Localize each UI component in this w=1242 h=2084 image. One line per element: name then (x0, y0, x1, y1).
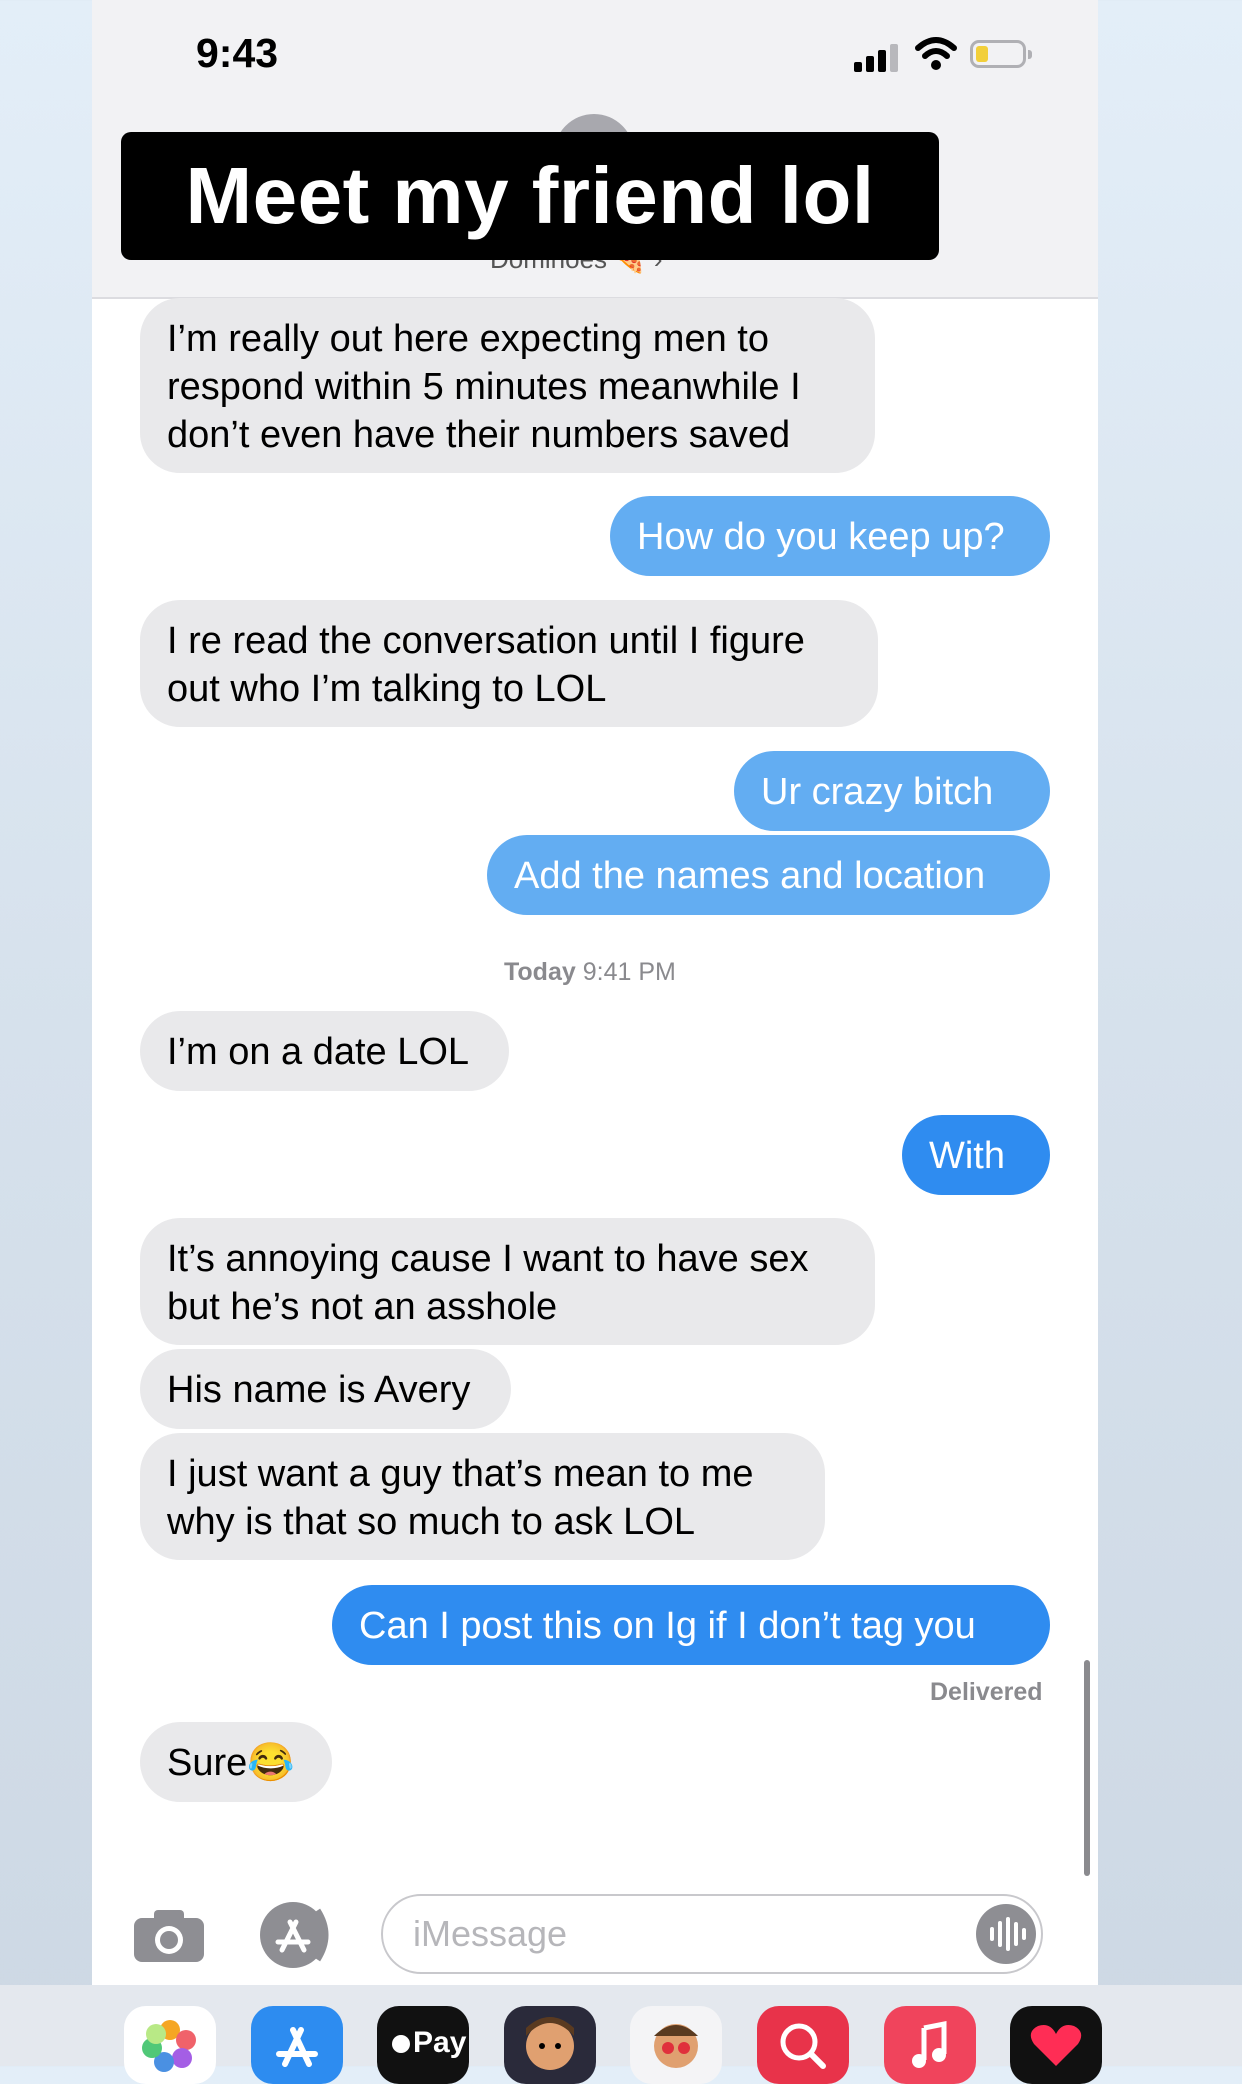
sent-message-bubble[interactable]: How do you keep up? (610, 496, 1050, 576)
message-text-line: Ur crazy bitch (761, 771, 994, 813)
music-app-icon[interactable] (884, 2006, 976, 2084)
received-message-bubble[interactable]: Sure😂 (140, 1722, 332, 1802)
message-text-line: Sure😂 (167, 1742, 295, 1784)
received-message-bubble[interactable]: I just want a guy that’s mean to me why i… (140, 1433, 825, 1560)
message-text-line: Can I post this on Ig if I don’t tag you (359, 1605, 976, 1647)
camera-icon[interactable] (132, 1908, 206, 1964)
received-message-bubble[interactable]: It’s annoying cause I want to have sex bu… (140, 1218, 875, 1345)
received-message-bubble[interactable]: I’m on a date LOL (140, 1011, 509, 1091)
sent-message-bubble[interactable]: With (902, 1115, 1050, 1195)
message-text-line: Add the names and location (514, 855, 986, 897)
story-caption: Meet my friend lol (121, 132, 939, 260)
wifi-icon (915, 37, 957, 70)
message-text-line: don’t even have their numbers saved (167, 414, 791, 456)
sent-message-bubble[interactable]: Ur crazy bitch (734, 751, 1050, 831)
battery-icon (970, 40, 1032, 68)
scrollbar[interactable] (1084, 1660, 1090, 1876)
cellular-signal-icon (854, 40, 902, 72)
status-time: 9:43 (196, 30, 279, 76)
sent-message-bubble[interactable]: Can I post this on Ig if I don’t tag you (332, 1585, 1050, 1665)
message-text-line: I just want a guy that’s mean to me (167, 1453, 754, 1495)
received-message-bubble[interactable]: I re read the conversation until I figur… (140, 600, 878, 727)
delivered-status: Delivered (930, 1678, 1043, 1706)
received-message-bubble[interactable]: I’m really out here expecting men to resp… (140, 298, 875, 473)
received-message-bubble[interactable]: His name is Avery (140, 1349, 511, 1429)
apple-pay-app-icon[interactable]: Pay (377, 2006, 469, 2084)
imessage-input[interactable]: iMessage (381, 1894, 1043, 1974)
message-text-line: I’m really out here expecting men to (167, 318, 769, 360)
message-text-line: It’s annoying cause I want to have sex (167, 1238, 809, 1280)
message-text-line: why is that so much to ask LOL (167, 1501, 696, 1543)
message-text-line: respond within 5 minutes meanwhile I (167, 366, 801, 408)
memoji-app-icon[interactable] (504, 2006, 596, 2084)
stickers-app-icon[interactable] (630, 2006, 722, 2084)
sent-message-bubble[interactable]: Add the names and location (487, 835, 1050, 915)
message-text-line: With (929, 1135, 1005, 1177)
timestamp: Today 9:41 PM (504, 958, 676, 986)
message-text-line: His name is Avery (167, 1369, 471, 1411)
message-text-line: but he’s not an asshole (167, 1286, 558, 1328)
app-store-icon[interactable] (258, 1900, 338, 1970)
message-text-line: I re read the conversation until I figur… (167, 620, 805, 662)
audio-message-icon[interactable] (976, 1904, 1036, 1964)
photos-app-icon[interactable] (124, 2006, 216, 2084)
message-text-line: out who I’m talking to LOL (167, 668, 607, 710)
message-text-line: How do you keep up? (637, 516, 1005, 558)
digital-touch-app-icon[interactable] (1010, 2006, 1102, 2084)
web-search-app-icon[interactable] (757, 2006, 849, 2084)
app-store-app-icon[interactable] (251, 2006, 343, 2084)
message-text-line: I’m on a date LOL (167, 1031, 470, 1073)
